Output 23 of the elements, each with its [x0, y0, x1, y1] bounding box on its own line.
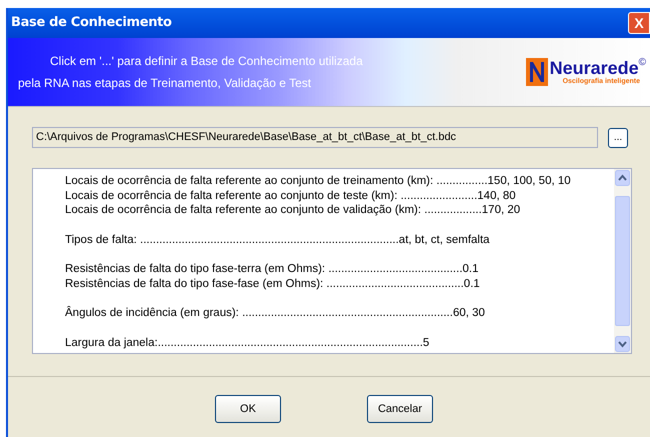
close-button[interactable]: X	[628, 12, 650, 34]
banner-text: Click em '...' para definir a Base de Conhecimento utilizada	[49, 53, 363, 70]
dialog-button[interactable]: OK	[215, 395, 281, 423]
copyright-mark: ©	[638, 58, 646, 68]
window-title: Base de Conhecimento	[11, 14, 172, 32]
detail-line: Resistências de falta do tipo fase-terra (em Ohms): ..........................................0.1	[65, 262, 480, 276]
path-field[interactable]: C:\Arquivos de Programas\CHESF\Neurarede\Base\Base_at_bt_ct\Base_at_bt_ct.bdc	[32, 127, 598, 148]
scrollbar[interactable]	[614, 169, 631, 353]
detail-line: Resistências de falta do tipo fase-fase (em Ohms): ...........................................0.1	[65, 276, 481, 291]
detail-line: Ângulos de incidência (em graus): ..................................................................60, 30	[65, 306, 486, 320]
logo-name: Neurarede	[550, 58, 639, 78]
detail-line: Locais de ocorrência de falta referente ao conjunto de validação (km): ..................170, 20	[65, 203, 522, 218]
detail-line: Tipos de falta: .................................................................................at, bt, ct, semfalta	[65, 232, 491, 247]
logo-icon	[526, 58, 548, 86]
scroll-up-icon[interactable]	[615, 170, 630, 186]
scroll-down-icon[interactable]	[615, 336, 630, 352]
detail-line: Locais de ocorrência de falta referente ao conjunto de treinamento (km): ................150, 100, 50, 10	[65, 174, 572, 188]
dialog-button[interactable]: Cancelar	[367, 395, 433, 423]
detail-line: Largura da janela:...................................................................................5	[65, 336, 430, 350]
banner-text: pela RNA nas etapas de Treinamento, Validação e Test	[18, 75, 312, 92]
detail-line: Locais de ocorrência de falta referente ao conjunto de teste (km): ........................140, 80	[65, 188, 517, 203]
browse-button[interactable]: ...	[608, 128, 628, 148]
scroll-thumb[interactable]	[615, 196, 630, 326]
